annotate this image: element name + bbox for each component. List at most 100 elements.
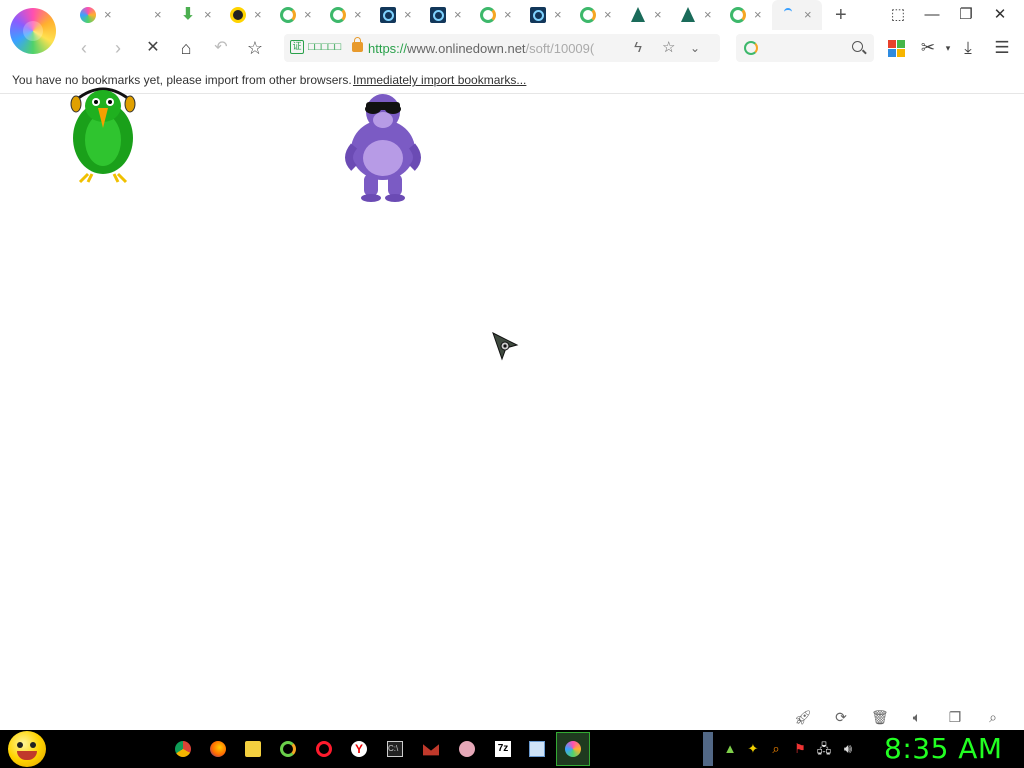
notepad-taskbar-icon[interactable] bbox=[521, 733, 553, 765]
taskbar-clock[interactable]: 8:35 AM bbox=[884, 733, 1003, 765]
tray-app-icon[interactable]: ▲ bbox=[722, 741, 738, 757]
tab[interactable]: × bbox=[122, 0, 172, 30]
tray-grip[interactable] bbox=[703, 732, 713, 766]
minimize-button[interactable]: — bbox=[922, 6, 942, 24]
zoom-icon[interactable]: ⌕ bbox=[985, 709, 1001, 725]
yandex-taskbar-icon[interactable]: Y bbox=[343, 733, 375, 765]
green-ring-icon bbox=[330, 7, 346, 23]
trash-icon[interactable]: 🗑︎ bbox=[871, 709, 889, 725]
tab[interactable]: × bbox=[572, 0, 622, 30]
tab-close-icon[interactable]: × bbox=[604, 7, 612, 23]
scissors-dropdown-icon[interactable]: ▾ bbox=[938, 38, 958, 58]
restore-button[interactable]: ❐ bbox=[956, 6, 976, 24]
start-button[interactable] bbox=[8, 731, 46, 767]
search-input[interactable] bbox=[762, 38, 842, 58]
tab-bar: × × ⬇ × × × × × × × × × × × × × + ⬚ — ❐ ✕ bbox=[0, 0, 1024, 54]
green-ring-icon bbox=[730, 7, 746, 23]
undo-close-button[interactable]: ↶ bbox=[210, 37, 232, 59]
tab[interactable]: × bbox=[472, 0, 522, 30]
tab[interactable]: × bbox=[222, 0, 272, 30]
chrome-taskbar-icon[interactable] bbox=[167, 733, 199, 765]
lightning-icon[interactable]: ϟ bbox=[634, 39, 642, 57]
tray-network-icon[interactable]: 🖧︎ bbox=[816, 741, 832, 757]
mail-taskbar-icon[interactable] bbox=[415, 733, 447, 765]
apps-grid-icon[interactable] bbox=[888, 40, 905, 57]
accelerate-icon[interactable]: ⟳ bbox=[833, 709, 849, 725]
tray-banana-icon[interactable]: ✦ bbox=[745, 741, 761, 757]
mouse-cursor-icon bbox=[492, 332, 519, 361]
tab-close-icon[interactable]: × bbox=[354, 7, 362, 23]
tab-close-icon[interactable]: × bbox=[654, 7, 662, 23]
forward-button[interactable]: › bbox=[107, 37, 129, 59]
file-manager-taskbar-icon[interactable] bbox=[237, 733, 269, 765]
address-bar[interactable]: 证 □□□□□ https://www.onlinedown.net/soft/… bbox=[284, 34, 720, 62]
tab-close-icon[interactable]: × bbox=[804, 7, 812, 23]
status-bar: 🚀︎ ⟳ 🗑︎ 🔈︎ ❐ ⌕ bbox=[0, 704, 1024, 730]
back-button[interactable]: ‹ bbox=[73, 37, 95, 59]
tab[interactable]: × bbox=[722, 0, 772, 30]
volume-icon[interactable]: 🔈︎ bbox=[909, 709, 925, 725]
close-window-button[interactable]: ✕ bbox=[990, 6, 1010, 24]
home-button[interactable]: ⌂ bbox=[175, 37, 197, 59]
brain-taskbar-icon[interactable] bbox=[451, 733, 483, 765]
tab[interactable]: × bbox=[372, 0, 422, 30]
tab[interactable]: × bbox=[622, 0, 672, 30]
rocket-icon[interactable]: 🚀︎ bbox=[794, 709, 812, 725]
tab-close-icon[interactable]: × bbox=[204, 7, 212, 23]
tab-close-icon[interactable]: × bbox=[504, 7, 512, 23]
lock-icon[interactable] bbox=[352, 37, 363, 52]
tab-close-icon[interactable]: × bbox=[704, 7, 712, 23]
stop-loading-button[interactable]: ✕ bbox=[142, 37, 164, 59]
terminal-taskbar-icon[interactable]: C:\ bbox=[379, 733, 411, 765]
search-box[interactable] bbox=[736, 34, 874, 62]
bookmark-star-icon[interactable]: ☆ bbox=[662, 39, 675, 57]
new-tab-button[interactable]: + bbox=[835, 5, 847, 25]
tab[interactable]: × bbox=[672, 0, 722, 30]
search-icon[interactable] bbox=[852, 41, 863, 52]
tray-search-icon[interactable]: ⌕ bbox=[768, 741, 784, 757]
tab-active[interactable]: × bbox=[772, 0, 822, 30]
secure-label: □□□□□ bbox=[308, 41, 342, 53]
tab-close-icon[interactable]: × bbox=[454, 7, 462, 23]
search-engine-icon[interactable] bbox=[744, 41, 758, 55]
q-app-icon bbox=[380, 7, 396, 23]
7zip-taskbar-icon[interactable]: 7z bbox=[487, 733, 519, 765]
tab[interactable]: × bbox=[522, 0, 572, 30]
browser-logo-icon[interactable] bbox=[10, 8, 56, 54]
tab-close-icon[interactable]: × bbox=[404, 7, 412, 23]
tab-close-icon[interactable]: × bbox=[104, 7, 112, 23]
certificate-icon[interactable]: 证 bbox=[290, 40, 304, 54]
parrot-buddy-icon[interactable] bbox=[66, 80, 140, 184]
tab-close-icon[interactable]: × bbox=[154, 7, 162, 23]
browser-taskbar-icon[interactable] bbox=[556, 732, 590, 766]
gorilla-buddy-icon[interactable] bbox=[340, 88, 426, 202]
opera-taskbar-icon[interactable] bbox=[308, 733, 340, 765]
tab[interactable]: × bbox=[272, 0, 322, 30]
yellow-ball-icon bbox=[230, 7, 246, 23]
menu-icon[interactable]: ☰ bbox=[992, 38, 1012, 58]
green-ring-icon bbox=[580, 7, 596, 23]
tray-flag-icon[interactable]: ⚑ bbox=[792, 741, 808, 757]
import-bookmarks-link[interactable]: Immediately import bookmarks... bbox=[353, 73, 526, 87]
chevron-down-icon[interactable]: ⌄ bbox=[690, 39, 700, 57]
url-text[interactable]: https://www.onlinedown.net/soft/10009( bbox=[368, 41, 620, 56]
tab-close-icon[interactable]: × bbox=[254, 7, 262, 23]
tab[interactable]: × bbox=[72, 0, 122, 30]
tab-close-icon[interactable]: × bbox=[554, 7, 562, 23]
tree-icon bbox=[631, 7, 645, 22]
swirl-app-taskbar-icon[interactable] bbox=[272, 733, 304, 765]
tab-close-icon[interactable]: × bbox=[754, 7, 762, 23]
window-icon[interactable]: ❐ bbox=[947, 709, 963, 725]
tab[interactable]: ⬇ × bbox=[172, 0, 222, 30]
firefox-taskbar-icon[interactable] bbox=[202, 733, 234, 765]
loading-spinner-icon bbox=[784, 8, 792, 16]
download-icon[interactable]: ⤓ bbox=[958, 38, 978, 58]
scissors-icon[interactable]: ✂ bbox=[918, 38, 938, 58]
tab-close-icon[interactable]: × bbox=[304, 7, 312, 23]
tray-volume-icon[interactable]: 🔊︎ bbox=[840, 741, 856, 757]
favorite-star-button[interactable]: ☆ bbox=[244, 37, 266, 59]
page-content bbox=[0, 96, 1024, 704]
tab[interactable]: × bbox=[422, 0, 472, 30]
tab[interactable]: × bbox=[322, 0, 372, 30]
skin-button[interactable]: ⬚ bbox=[888, 6, 908, 24]
